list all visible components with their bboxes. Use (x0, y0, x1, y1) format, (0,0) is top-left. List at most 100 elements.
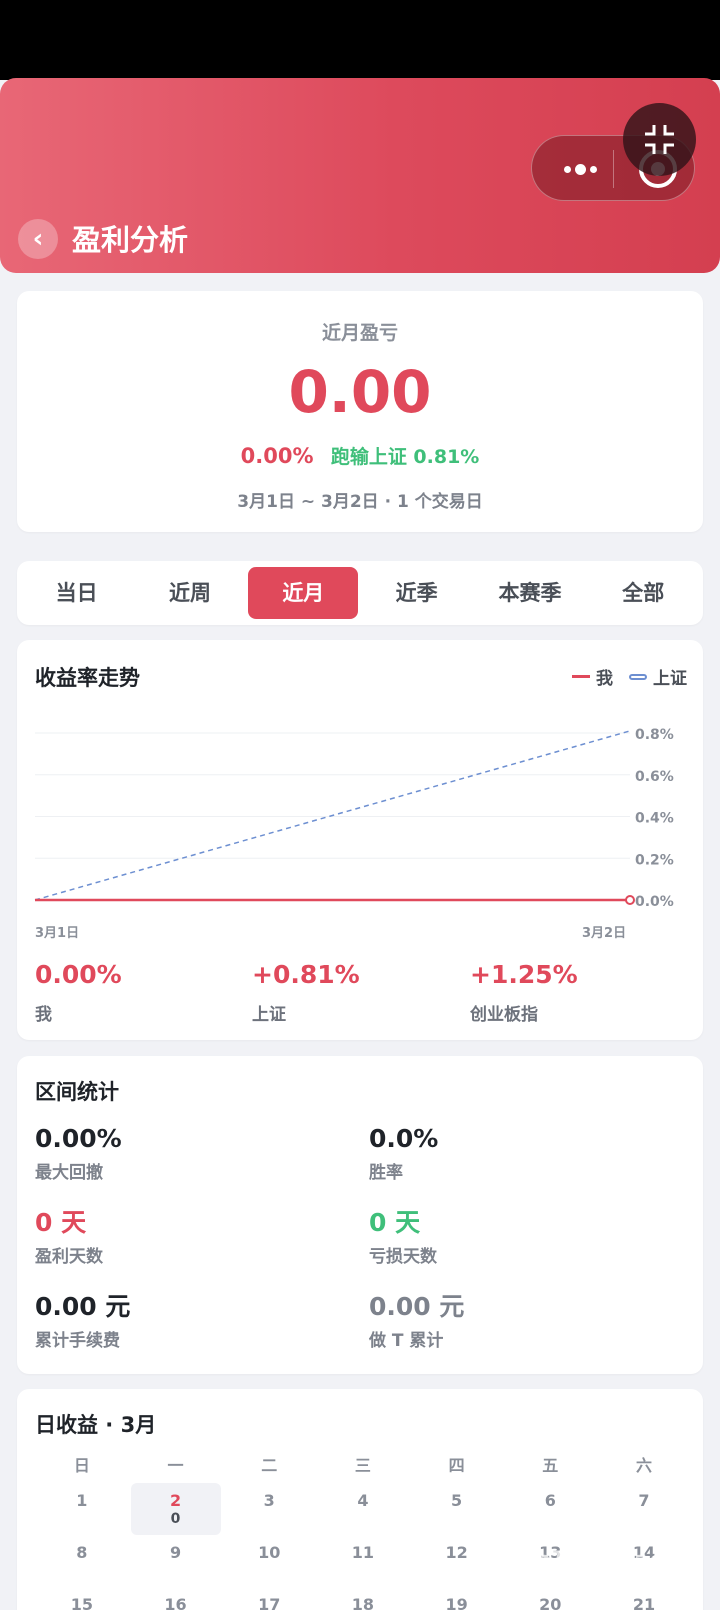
trend-stat-label: 创业板指 (470, 1005, 538, 1025)
page-title: 盈利分析 (72, 223, 189, 257)
trend-title: 收益率走势 (35, 666, 140, 690)
period-tabs: 当日 近周 近月 近季 本赛季 全部 (17, 561, 703, 625)
y-tick-label: 0.2% (635, 852, 674, 868)
shrink-window-button[interactable] (623, 103, 696, 176)
trend-chart: 0.8% 0.6% 0.4% 0.2% 0.0% 3月1日 3月2日 (34, 727, 674, 941)
trend-stat-label: 上证 (252, 1005, 286, 1025)
more-icon[interactable] (554, 136, 606, 202)
calendar-day-return: 0 (170, 1511, 181, 1527)
trend-stat-value: 0.00% (35, 960, 122, 989)
stat-loss-days: 0 天 亏损天数 (369, 1206, 437, 1267)
back-button[interactable]: ‹ (18, 219, 58, 259)
stat-value: 0.0% (369, 1124, 439, 1153)
summary-percent-row: 0.00% 跑输上证 0.81% (17, 442, 703, 469)
summary-card: 近月盈亏 0.00 0.00% 跑输上证 0.81% 3月1日 ~ 3月2日 ·… (17, 291, 703, 532)
calendar-day[interactable]: 8 (35, 1535, 129, 1587)
trend-stats: 0.00% 我 +0.81% 上证 +1.25% 创业板指 (35, 958, 685, 1028)
calendar-day-selected[interactable]: 2 0 (130, 1483, 221, 1535)
trend-stat-me: 0.00% 我 (35, 958, 122, 1025)
weekday-label: 二 (261, 1456, 278, 1475)
tab-week[interactable]: 近周 (135, 567, 245, 619)
trend-stat-value: +0.81% (252, 960, 360, 989)
summary-value: 0.00 (288, 358, 432, 426)
weekday-label: 四 (448, 1456, 465, 1475)
stat-label: 最大回撤 (35, 1163, 103, 1183)
y-tick-label: 0.4% (635, 811, 674, 827)
x-tick-label: 3月1日 (35, 926, 79, 941)
calendar-day[interactable]: 5 (410, 1483, 504, 1535)
legend-sh-swatch (629, 673, 647, 680)
calendar-week-row: 15 16 17 18 19 20 21 (35, 1587, 691, 1610)
stat-label: 做 T 累计 (369, 1331, 444, 1351)
trend-stat-value: +1.25% (470, 960, 578, 989)
y-tick-label: 0.0% (635, 894, 674, 910)
stat-max-drawdown: 0.00% 最大回撤 (35, 1122, 122, 1183)
y-tick-label: 0.8% (635, 727, 674, 743)
weekday-label: 三 (354, 1456, 371, 1475)
stat-value: 0 天 (369, 1208, 421, 1237)
calendar-day[interactable]: 9 (129, 1535, 223, 1587)
calendar-day[interactable]: 20 (503, 1587, 597, 1610)
summary-range: 3月1日 ~ 3月2日 · 1 个交易日 (237, 492, 483, 512)
series-line (34, 730, 631, 901)
stat-value: 0.00 元 (369, 1292, 465, 1321)
stat-label: 累计手续费 (35, 1331, 120, 1351)
daily-return-calendar: 日收益 · 3月 日 一 二 三 四 五 六 1 2 0 3 4 5 6 7 8… (17, 1389, 703, 1610)
weekday-label: 六 (635, 1456, 652, 1475)
legend-sh-label: 上证 (653, 669, 687, 689)
legend-me-swatch (572, 675, 590, 678)
stat-fees: 0.00 元 累计手续费 (35, 1290, 130, 1351)
calendar-day[interactable]: 6 (503, 1483, 597, 1535)
shrink-icon (645, 125, 674, 154)
calendar-day[interactable]: 15 (35, 1587, 129, 1610)
weekday-label: 一 (167, 1456, 184, 1475)
calendar-week-row: 1 2 0 3 4 5 6 7 (35, 1483, 691, 1535)
tab-quarter[interactable]: 近季 (362, 567, 472, 619)
back-icon: ‹ (32, 224, 44, 254)
summary-pct: 0.00% (240, 444, 314, 468)
status-bar (0, 0, 720, 80)
calendar-day[interactable]: 3 (222, 1483, 316, 1535)
trend-card: 收益率走势 我 上证 0.8% 0.6% 0.4% 0.2% 0.0% 3月1日 3月2日 … (17, 640, 703, 1040)
calendar-grid: 日 一 二 三 四 五 六 1 2 0 3 4 5 6 7 8 9 10 11 … (35, 1449, 691, 1610)
calendar-weekdays: 日 一 二 三 四 五 六 (35, 1449, 691, 1483)
chart-legend: 我 上证 (572, 664, 687, 689)
tab-day[interactable]: 当日 (22, 567, 132, 619)
x-tick-label: 3月2日 (582, 926, 626, 941)
tab-month[interactable]: 近月 (248, 567, 359, 619)
tab-all[interactable]: 全部 (588, 567, 698, 619)
stat-profit-days: 0 天 盈利天数 (35, 1206, 103, 1267)
stat-value: 0.00 元 (35, 1292, 131, 1321)
calendar-day[interactable]: 10 (222, 1535, 316, 1587)
calendar-day[interactable]: 18 (316, 1587, 410, 1610)
calendar-day[interactable]: 12 (410, 1535, 504, 1587)
watermark: TapTap Glad (505, 1548, 666, 1573)
capsule-divider (613, 150, 614, 188)
calendar-day[interactable]: 1 (35, 1483, 129, 1535)
data-point (625, 895, 635, 905)
calendar-day[interactable]: 11 (316, 1535, 410, 1587)
tab-season[interactable]: 本赛季 (475, 567, 585, 619)
stat-value: 0.00% (35, 1124, 122, 1153)
calendar-day-number: 2 (169, 1491, 182, 1510)
trend-stat-gem: +1.25% 创业板指 (470, 958, 578, 1025)
y-tick-label: 0.6% (635, 769, 674, 785)
interval-stats-card: 区间统计 0.00% 最大回撤 0.0% 胜率 0 天 盈利天数 0 天 亏损天… (17, 1056, 703, 1374)
calendar-day[interactable]: 7 (597, 1483, 691, 1535)
trend-stat-sh: +0.81% 上证 (252, 958, 360, 1025)
stat-label: 胜率 (369, 1163, 403, 1183)
stat-value: 0 天 (35, 1208, 87, 1237)
calendar-day[interactable]: 4 (316, 1483, 410, 1535)
calendar-day[interactable]: 17 (222, 1587, 316, 1610)
weekday-label: 五 (542, 1456, 559, 1475)
calendar-title: 日收益 · 3月 (35, 1413, 157, 1437)
stat-t-trading: 0.00 元 做 T 累计 (369, 1290, 464, 1351)
trend-stat-label: 我 (35, 1005, 52, 1025)
calendar-day[interactable]: 16 (129, 1587, 223, 1610)
stat-label: 亏损天数 (369, 1247, 437, 1267)
calendar-day[interactable]: 21 (597, 1587, 691, 1610)
calendar-day[interactable]: 19 (410, 1587, 504, 1610)
weekday-label: 日 (73, 1456, 90, 1475)
stats-title: 区间统计 (35, 1080, 119, 1104)
legend-me-label: 我 (596, 669, 613, 689)
